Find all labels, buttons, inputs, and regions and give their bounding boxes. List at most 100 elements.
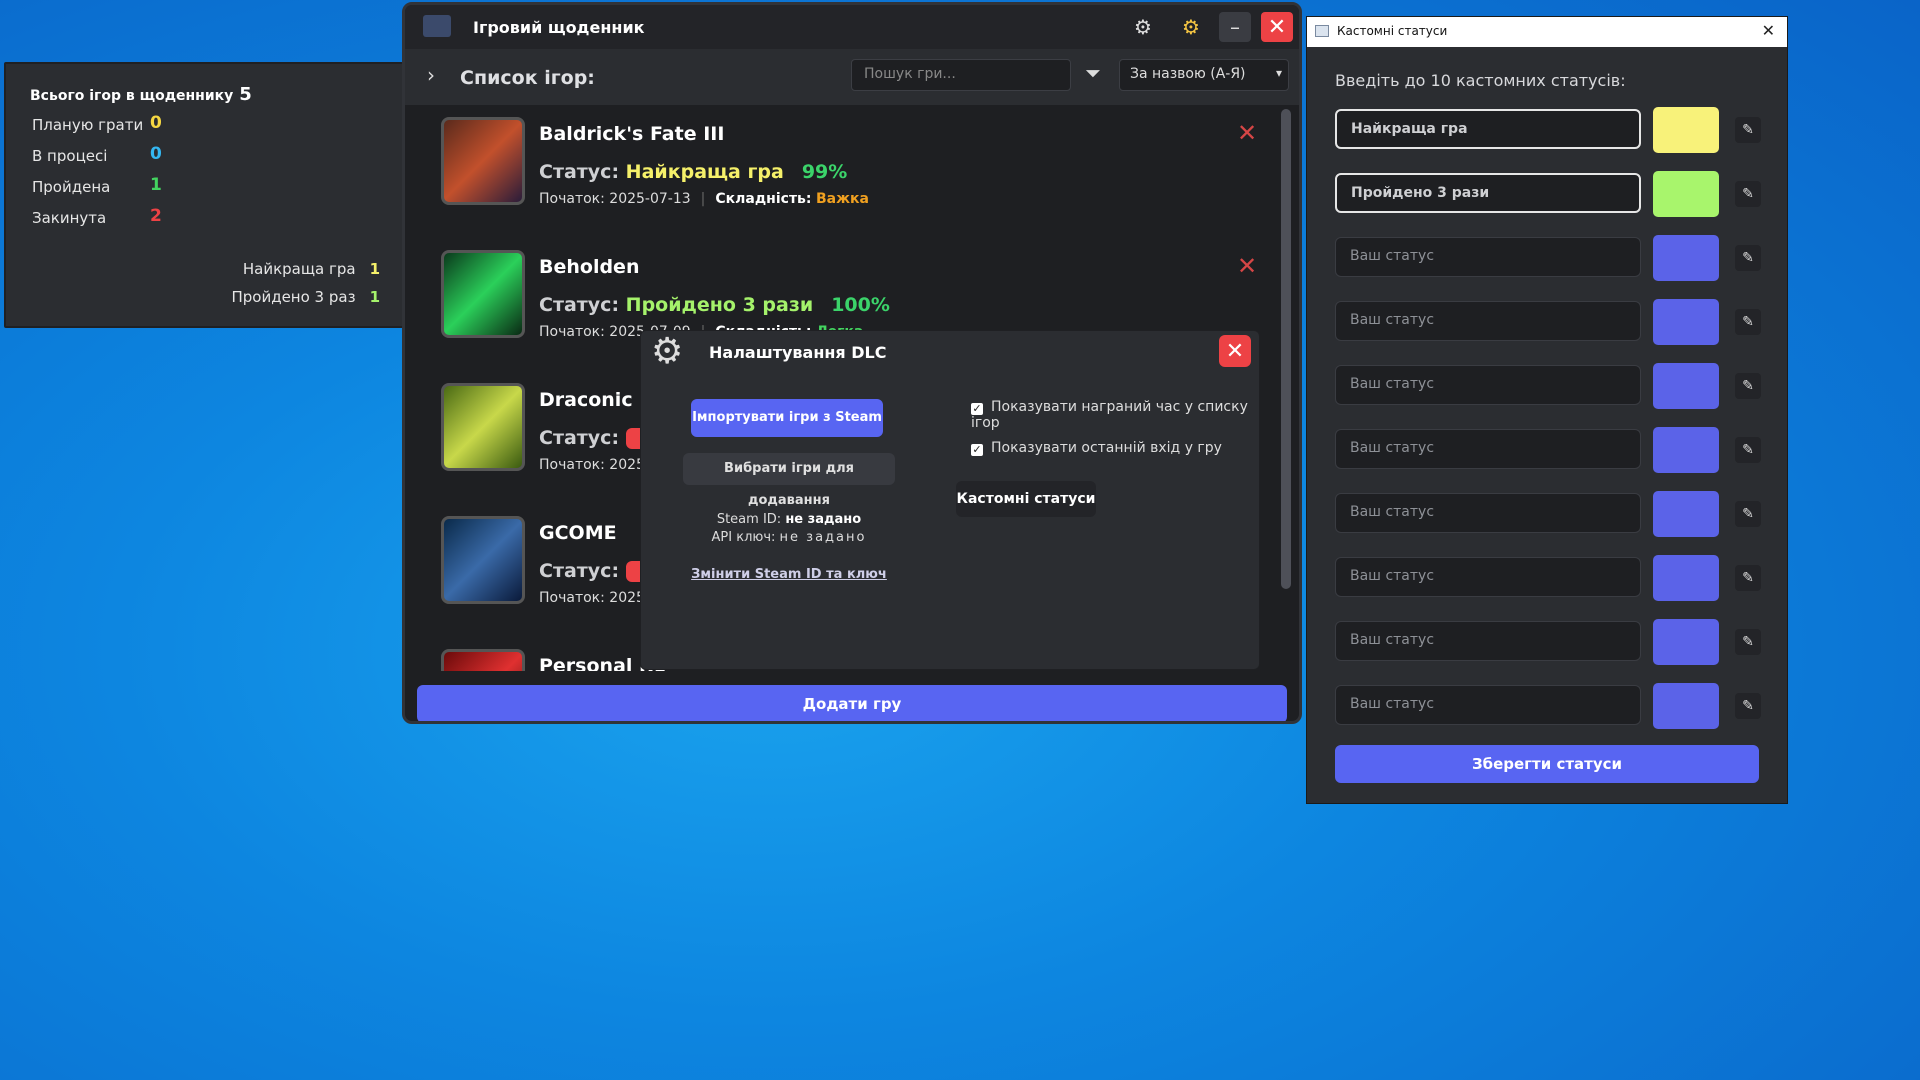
status-row: Ваш статус ✎ (1335, 619, 1765, 665)
stat-label: В процесі (32, 147, 108, 165)
remove-game-icon[interactable]: ✕ (1237, 119, 1257, 147)
stats-panel: Всього ігор в щоденнику 5 Планую грати 0 В … (4, 62, 404, 328)
status-prefix: Статус: (539, 427, 620, 449)
game-cover (441, 250, 525, 338)
status-row: Ваш статус ✎ (1335, 235, 1765, 281)
edit-color-icon[interactable]: ✎ (1735, 629, 1761, 655)
status-value: Пройдено 3 рази (625, 294, 814, 316)
dlc-settings-dialog: ⚙ Налаштування DLC ✕ Імпортувати ігри з … (640, 330, 1260, 670)
start-prefix: Початок: (539, 191, 605, 207)
edit-color-icon[interactable]: ✎ (1735, 117, 1761, 143)
import-steam-button[interactable]: Імпортувати ігри з Steam (691, 399, 883, 437)
custom-window-titlebar: Кастомні статуси ✕ (1307, 17, 1787, 47)
status-value: Найкраща гра (625, 161, 784, 183)
status-row: Ваш статус ✎ (1335, 299, 1765, 345)
custom-stat-label: Найкраща гра (242, 260, 356, 278)
remove-game-icon[interactable]: ✕ (1237, 252, 1257, 280)
save-statuses-button[interactable]: Зберегти статуси (1335, 745, 1759, 783)
status-color-swatch[interactable] (1653, 491, 1719, 537)
edit-color-icon[interactable]: ✎ (1735, 693, 1761, 719)
close-button[interactable]: ✕ (1261, 12, 1293, 42)
status-color-swatch[interactable] (1653, 299, 1719, 345)
game-card[interactable]: Baldrick's Fate III Статус: Найкраща гра 9… (429, 105, 1259, 225)
playtime-checkbox-label: Показувати награний час у списку ігор (971, 399, 1248, 431)
stat-value: 2 (150, 206, 162, 226)
custom-statuses-window: Кастомні статуси ✕ Введіть до 10 кастомн… (1306, 16, 1788, 804)
change-steam-link[interactable]: Змінити Steam ID та ключ (683, 567, 895, 582)
minimize-button[interactable]: – (1219, 12, 1251, 42)
status-input[interactable]: Ваш статус (1335, 429, 1641, 469)
settings-gear-icon[interactable]: ⚙ (1127, 12, 1159, 42)
dlc-gear-icon: ⚙ (651, 331, 684, 372)
game-name: Baldrick's Fate III (539, 123, 725, 145)
status-prefix: Статус: (539, 294, 620, 316)
stat-label: Планую грати (32, 116, 144, 134)
status-prefix: Статус: (539, 161, 620, 183)
status-input[interactable]: Ваш статус (1335, 301, 1641, 341)
custom-stat-row: Пройдено 3 раз 1 (231, 288, 380, 306)
choose-games-button[interactable]: Вибрати ігри для додавання (683, 453, 895, 508)
toolbar: › Список ігор: Пошук гри... ⏷ За назвою … (405, 49, 1299, 105)
game-name: GCOME (539, 522, 617, 544)
add-game-button[interactable]: Додати гру (417, 685, 1287, 721)
chevron-right-icon[interactable]: › (427, 63, 435, 87)
edit-color-icon[interactable]: ✎ (1735, 437, 1761, 463)
edit-color-icon[interactable]: ✎ (1735, 501, 1761, 527)
status-color-swatch[interactable] (1653, 107, 1719, 153)
dlc-settings-icon[interactable]: ⚙ (1175, 12, 1207, 42)
steam-id-value: не задано (785, 512, 862, 527)
status-input[interactable]: Ваш статус (1335, 557, 1641, 597)
status-input[interactable]: Пройдено 3 рази (1335, 173, 1641, 213)
title-bar: Ігровий щоденник ⚙ ⚙ – ✕ (405, 5, 1299, 49)
stat-row: Планую грати 0 (32, 113, 162, 134)
difficulty-value: Важка (815, 191, 869, 207)
status-color-swatch[interactable] (1653, 619, 1719, 665)
api-key-label: API ключ: (711, 530, 776, 545)
scrollbar[interactable] (1281, 109, 1291, 589)
game-status: Статус: Пройдено 3 рази 100% (539, 294, 890, 316)
stat-row: Закинута 2 (32, 206, 162, 227)
status-input[interactable]: Найкраща гра (1335, 109, 1641, 149)
edit-color-icon[interactable]: ✎ (1735, 245, 1761, 271)
status-row: Ваш статус ✎ (1335, 683, 1765, 729)
status-row: Ваш статус ✎ (1335, 555, 1765, 601)
playtime-checkbox[interactable]: ✓ (971, 403, 983, 415)
status-input[interactable]: Ваш статус (1335, 685, 1641, 725)
status-input[interactable]: Ваш статус (1335, 493, 1641, 533)
game-meta: Початок: 2025- (539, 457, 650, 473)
status-input[interactable]: Ваш статус (1335, 365, 1641, 405)
custom-stat-row: Найкраща гра 1 (243, 260, 380, 278)
status-color-swatch[interactable] (1653, 235, 1719, 281)
last-login-checkbox-row[interactable]: ✓ Показувати останній вхід у гру (971, 440, 1222, 456)
status-color-swatch[interactable] (1653, 171, 1719, 217)
playtime-checkbox-row[interactable]: ✓ Показувати награний час у списку ігор (971, 399, 1259, 431)
status-color-swatch[interactable] (1653, 427, 1719, 473)
edit-color-icon[interactable]: ✎ (1735, 565, 1761, 591)
edit-color-icon[interactable]: ✎ (1735, 181, 1761, 207)
custom-stat-value: 1 (369, 288, 380, 306)
dlc-close-button[interactable]: ✕ (1219, 335, 1251, 367)
search-input[interactable]: Пошук гри... (851, 59, 1071, 91)
status-input[interactable]: Ваш статус (1335, 237, 1641, 277)
custom-statuses-button[interactable]: Кастомні статуси (956, 481, 1096, 517)
custom-window-close-icon[interactable]: ✕ (1762, 21, 1775, 40)
sort-value: За назвою (А-Я) (1130, 66, 1246, 82)
sort-select[interactable]: За назвою (А-Я) ▾ (1119, 59, 1289, 91)
edit-color-icon[interactable]: ✎ (1735, 309, 1761, 335)
game-meta: Початок: 2025-( (539, 590, 655, 606)
edit-color-icon[interactable]: ✎ (1735, 373, 1761, 399)
status-row: Найкраща гра ✎ (1335, 107, 1765, 153)
status-color-swatch[interactable] (1653, 363, 1719, 409)
dropdown-arrow-icon: ▾ (1275, 66, 1282, 80)
last-login-checkbox[interactable]: ✓ (971, 444, 983, 456)
custom-window-title: Кастомні статуси (1337, 24, 1448, 38)
stat-row: Пройдена 1 (32, 175, 162, 196)
stat-value: 0 (150, 113, 162, 133)
stat-row: В процесі 0 (32, 144, 162, 165)
game-cover (441, 516, 525, 604)
filter-icon[interactable]: ⏷ (1085, 61, 1101, 85)
status-input[interactable]: Ваш статус (1335, 621, 1641, 661)
stat-label: Закинута (32, 209, 107, 227)
status-color-swatch[interactable] (1653, 555, 1719, 601)
status-color-swatch[interactable] (1653, 683, 1719, 729)
